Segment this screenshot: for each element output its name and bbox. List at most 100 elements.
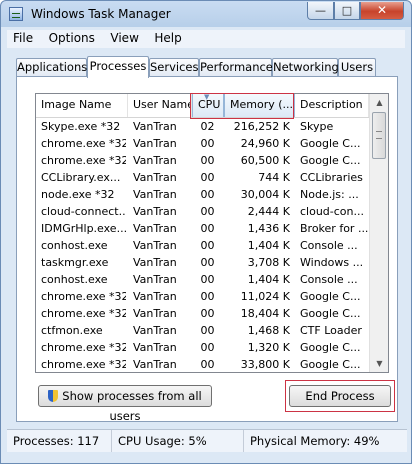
process-user-cell: VanTran: [133, 307, 177, 320]
process-cpu-cell: 00: [200, 324, 215, 337]
process-desc-cell: Console ...: [300, 239, 358, 252]
process-row[interactable]: Skype.exe *32 VanTran 02 216,252 K Skype: [36, 118, 369, 135]
process-row[interactable]: chrome.exe *32 VanTran 00 24,960 K Google C.…: [36, 135, 369, 152]
tab-users[interactable]: Users: [338, 58, 376, 76]
process-desc-cell: CTF Loader: [300, 324, 362, 337]
tab-processes[interactable]: Processes: [87, 56, 149, 78]
process-desc-cell: Google C...: [300, 341, 361, 354]
process-memory-cell: 1,404 K: [247, 273, 290, 286]
process-desc-cell: Google C...: [300, 154, 361, 167]
scroll-thumb[interactable]: [372, 112, 386, 159]
process-row[interactable]: chrome.exe *32 VanTran 00 11,024 K Google C.…: [36, 288, 369, 305]
process-memory-cell: 3,708 K: [247, 256, 290, 269]
process-name-cell: conhost.exe: [41, 273, 108, 286]
menu-help[interactable]: Help: [148, 30, 187, 45]
status-processes: Processes: 117: [7, 430, 112, 452]
process-name-cell: chrome.exe *32: [41, 137, 126, 150]
process-memory-cell: 1,404 K: [247, 239, 290, 252]
process-row[interactable]: taskmgr.exe VanTran 00 3,708 K Windows ...: [36, 254, 369, 271]
process-memory-cell: 30,004 K: [240, 188, 290, 201]
process-desc-cell: Google C...: [300, 358, 361, 371]
maximize-button[interactable]: □: [334, 2, 360, 20]
process-user-cell: VanTran: [133, 222, 177, 235]
process-cpu-cell: 00: [200, 256, 215, 269]
process-memory-cell: 2,444 K: [247, 205, 290, 218]
uac-shield-icon: [48, 390, 59, 402]
tab-applications[interactable]: Applications: [16, 58, 87, 76]
vertical-scrollbar[interactable]: ▲ ▼: [369, 94, 388, 372]
process-row[interactable]: cloud-connect... VanTran 00 2,444 K cloud-co…: [36, 203, 369, 220]
process-cpu-cell: 00: [200, 239, 215, 252]
process-user-cell: VanTran: [133, 171, 177, 184]
menu-view[interactable]: View: [104, 30, 144, 45]
process-row[interactable]: chrome.exe *32 VanTran 00 18,404 K Google C.…: [36, 305, 369, 322]
menu-bar: File Options View Help: [7, 30, 405, 48]
scroll-down-icon[interactable]: ▼: [370, 355, 388, 372]
tab-networking[interactable]: Networking: [272, 58, 339, 76]
column-image-name[interactable]: Image Name: [36, 94, 128, 117]
process-user-cell: VanTran: [133, 239, 177, 252]
process-cpu-cell: 00: [200, 273, 215, 286]
process-list[interactable]: Image Name User Name ▼ CPU Memory (... D…: [35, 93, 389, 373]
process-memory-cell: 216,252 K: [233, 120, 290, 133]
scroll-up-icon[interactable]: ▲: [370, 94, 388, 111]
process-memory-cell: 24,960 K: [240, 137, 290, 150]
tab-performance[interactable]: Performance: [199, 58, 273, 76]
process-user-cell: VanTran: [133, 188, 177, 201]
process-row[interactable]: chrome.exe *32 VanTran 00 33,800 K Google C.…: [36, 356, 369, 372]
tab-services[interactable]: Services: [149, 58, 199, 76]
process-user-cell: VanTran: [133, 205, 177, 218]
process-row[interactable]: chrome.exe *32 VanTran 00 1,320 K Google C..…: [36, 339, 369, 356]
process-row[interactable]: ctfmon.exe VanTran 00 1,468 K CTF Loader: [36, 322, 369, 339]
process-row[interactable]: chrome.exe *32 VanTran 00 60,500 K Google C.…: [36, 152, 369, 169]
process-user-cell: VanTran: [133, 256, 177, 269]
process-cpu-cell: 00: [200, 171, 215, 184]
status-cpu-usage: CPU Usage: 5%: [112, 430, 244, 452]
process-user-cell: VanTran: [133, 154, 177, 167]
menu-options[interactable]: Options: [43, 30, 101, 45]
process-user-cell: VanTran: [133, 120, 177, 133]
minimize-button[interactable]: —: [307, 2, 334, 20]
end-process-button[interactable]: End Process: [289, 385, 391, 407]
process-name-cell: chrome.exe *32: [41, 341, 126, 354]
process-memory-cell: 744 K: [258, 171, 290, 184]
process-desc-cell: Google C...: [300, 137, 361, 150]
process-rows: Skype.exe *32 VanTran 02 216,252 K Skype chro…: [36, 118, 369, 372]
process-memory-cell: 60,500 K: [240, 154, 290, 167]
process-desc-cell: Google C...: [300, 290, 361, 303]
process-user-cell: VanTran: [133, 341, 177, 354]
process-name-cell: cloud-connect...: [41, 205, 126, 218]
process-memory-cell: 18,404 K: [240, 307, 290, 320]
process-row[interactable]: node.exe *32 VanTran 00 30,004 K Node.js: ..…: [36, 186, 369, 203]
process-desc-cell: Broker for ...: [300, 222, 368, 235]
process-memory-cell: 11,024 K: [240, 290, 290, 303]
menu-file[interactable]: File: [7, 30, 39, 45]
process-name-cell: chrome.exe *32: [41, 154, 126, 167]
process-cpu-cell: 00: [200, 341, 215, 354]
process-user-cell: VanTran: [133, 137, 177, 150]
title-bar[interactable]: Windows Task Manager — □ ✕: [1, 1, 411, 28]
process-desc-cell: CCLibraries: [300, 171, 363, 184]
process-desc-cell: Skype: [300, 120, 334, 133]
process-cpu-cell: 00: [200, 154, 215, 167]
process-user-cell: VanTran: [133, 273, 177, 286]
show-all-processes-button[interactable]: Show processes from all users: [38, 385, 212, 423]
process-name-cell: conhost.exe: [41, 239, 108, 252]
process-row[interactable]: conhost.exe VanTran 00 1,404 K Console ...: [36, 271, 369, 288]
close-button[interactable]: ✕: [360, 2, 404, 20]
process-desc-cell: Windows ...: [300, 256, 364, 269]
cpu-memory-highlight: [190, 93, 294, 119]
process-row[interactable]: conhost.exe VanTran 00 1,404 K Console ...: [36, 237, 369, 254]
process-cpu-cell: 00: [200, 290, 215, 303]
column-description[interactable]: Description: [295, 94, 369, 117]
process-name-cell: node.exe *32: [41, 188, 115, 201]
process-name-cell: CCLibrary.ex...: [41, 171, 121, 184]
column-user-name[interactable]: User Name: [128, 94, 192, 117]
process-desc-cell: Node.js: ...: [300, 188, 359, 201]
process-row[interactable]: IDMGrHlp.exe... VanTran 00 1,436 K Broker fo…: [36, 220, 369, 237]
task-manager-window: Windows Task Manager — □ ✕ File Options …: [0, 0, 412, 464]
window-title: Windows Task Manager: [31, 7, 171, 21]
process-cpu-cell: 00: [200, 188, 215, 201]
process-memory-cell: 1,468 K: [247, 324, 290, 337]
process-row[interactable]: CCLibrary.ex... VanTran 00 744 K CCLibraries: [36, 169, 369, 186]
